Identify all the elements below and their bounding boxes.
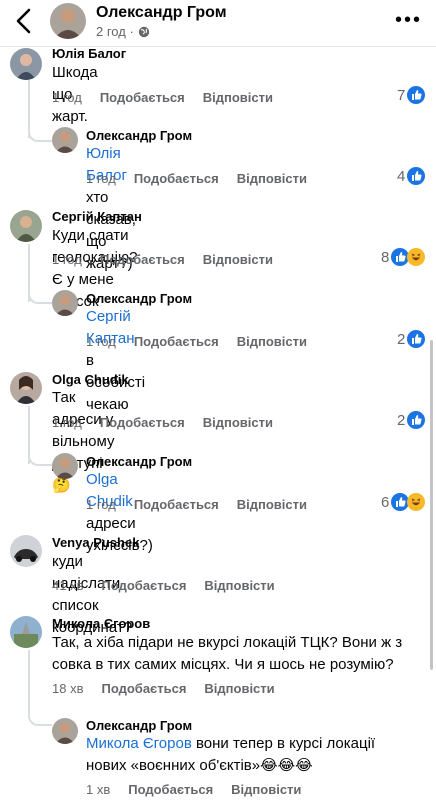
comment-time: 1 год xyxy=(52,252,82,267)
comment-meta: 41 хв Подобається Відповісти xyxy=(52,578,293,593)
avatar[interactable] xyxy=(10,372,42,404)
reply-button[interactable]: Відповісти xyxy=(237,497,307,512)
comment-text-line: нових «воєнних об'єктів»😂😂😂 xyxy=(86,757,313,774)
comment-author[interactable]: Олександр Гром xyxy=(86,291,192,306)
comment-author[interactable]: Olga Chudik xyxy=(52,372,129,387)
thread-line xyxy=(28,444,52,466)
like-icon xyxy=(407,86,426,104)
reaction-count[interactable]: 8 xyxy=(381,248,426,266)
avatar[interactable] xyxy=(10,48,42,80)
like-button[interactable]: Подобається xyxy=(101,681,186,696)
reply-button[interactable]: Відповісти xyxy=(203,90,273,105)
like-button[interactable]: Подобається xyxy=(100,252,185,267)
comment-meta: 1 год Подобається Відповісти xyxy=(86,497,325,512)
haha-icon xyxy=(407,493,426,511)
avatar[interactable] xyxy=(52,718,78,744)
reply-button[interactable]: Відповісти xyxy=(204,578,274,593)
comment-author[interactable]: Олександр Гром xyxy=(86,718,192,733)
reply-button[interactable]: Відповісти xyxy=(203,252,273,267)
post-meta: 2 год · xyxy=(96,24,150,39)
like-icon xyxy=(407,167,426,185)
comment-time: 1 год xyxy=(86,334,116,349)
comment-author[interactable]: Юлія Балог xyxy=(52,46,126,61)
comment-author[interactable]: Сергій Каптан xyxy=(52,209,142,224)
comment-time: 1 год xyxy=(52,90,82,105)
reaction-number: 4 xyxy=(397,167,406,185)
reaction-count[interactable]: 2 xyxy=(397,330,426,348)
avatar[interactable] xyxy=(10,535,42,567)
more-options-icon[interactable]: ••• xyxy=(395,10,422,30)
comment-time: 1 год xyxy=(86,497,116,512)
comment-text-line: совка в тих самих місцях. Чи я шось не р… xyxy=(52,656,394,673)
comment-text-line: вони тепер в курсі локації xyxy=(191,735,376,752)
like-button[interactable]: Подобається xyxy=(101,578,186,593)
comment-text: Так, а хіба підари не вкурсі локацій ТЦК… xyxy=(52,632,432,676)
like-button[interactable]: Подобається xyxy=(100,90,185,105)
comment-text-line: Так, а хіба підари не вкурсі локацій ТЦК… xyxy=(52,634,403,651)
comment-meta: 18 хв Подобається Відповісти xyxy=(52,681,293,696)
reaction-count[interactable]: 4 xyxy=(397,167,426,185)
reaction-number: 8 xyxy=(381,248,390,266)
comment-author[interactable]: Олександр Гром xyxy=(86,454,192,469)
comment-author[interactable]: Микола Єгоров xyxy=(52,616,150,631)
reply-button[interactable]: Відповісти xyxy=(203,415,273,430)
reaction-number: 7 xyxy=(397,86,406,104)
post-header: Олександр Гром 2 год · ••• xyxy=(0,0,436,47)
thread-line xyxy=(28,702,52,726)
avatar[interactable] xyxy=(50,3,86,39)
scrollbar[interactable] xyxy=(430,340,433,670)
comment-meta: 1 год Подобається Відповісти xyxy=(52,252,291,267)
reply-button[interactable]: Відповісти xyxy=(237,334,307,349)
comment-meta: 1 год Подобається Відповісти xyxy=(52,415,291,430)
like-button[interactable]: Подобається xyxy=(128,782,213,797)
globe-icon xyxy=(138,26,149,37)
comment-meta: 1 хв Подобається Відповісти xyxy=(86,782,319,797)
reaction-number: 6 xyxy=(381,493,390,511)
comment-author[interactable]: Venya Pushek xyxy=(52,535,139,550)
comment-time: 1 год xyxy=(52,415,82,430)
reaction-count[interactable]: 2 xyxy=(397,411,426,429)
reply-button[interactable]: Відповісти xyxy=(204,681,274,696)
avatar[interactable] xyxy=(10,210,42,242)
comment-time: 41 хв xyxy=(52,578,84,593)
avatar[interactable] xyxy=(10,616,42,648)
chevron-left-icon xyxy=(16,8,31,34)
like-button[interactable]: Подобається xyxy=(134,497,219,512)
back-button[interactable] xyxy=(10,6,38,36)
comment-author[interactable]: Олександр Гром xyxy=(86,128,192,143)
reaction-number: 2 xyxy=(397,330,406,348)
reply-button[interactable]: Відповісти xyxy=(231,782,301,797)
like-button[interactable]: Подобається xyxy=(134,171,219,186)
mention-link[interactable]: Микола Єгоров xyxy=(86,735,192,752)
page-title[interactable]: Олександр Гром xyxy=(96,4,227,22)
avatar[interactable] xyxy=(52,127,78,153)
avatar[interactable] xyxy=(52,290,78,316)
haha-icon xyxy=(407,248,426,266)
thread-line xyxy=(28,120,52,142)
comment-time: 1 хв xyxy=(86,782,111,797)
comment-meta: 1 год Подобається Відповісти xyxy=(86,171,325,186)
reaction-number: 2 xyxy=(397,411,406,429)
reaction-count[interactable]: 6 xyxy=(381,493,426,511)
comment-meta: 1 год Подобається Відповісти xyxy=(86,334,325,349)
like-icon xyxy=(407,330,426,348)
comment-text: Микола Єгоров вони тепер в курсі локації… xyxy=(86,733,431,777)
comment-meta: 1 год Подобається Відповісти xyxy=(52,90,291,105)
reaction-count[interactable]: 7 xyxy=(397,86,426,104)
post-time: 2 год · xyxy=(96,24,134,39)
reply-button[interactable]: Відповісти xyxy=(237,171,307,186)
thread-line xyxy=(28,282,52,304)
comment-time: 18 хв xyxy=(52,681,84,696)
comment-time: 1 год xyxy=(86,171,116,186)
like-icon xyxy=(407,411,426,429)
avatar[interactable] xyxy=(52,453,78,479)
like-button[interactable]: Подобається xyxy=(100,415,185,430)
like-button[interactable]: Подобається xyxy=(134,334,219,349)
